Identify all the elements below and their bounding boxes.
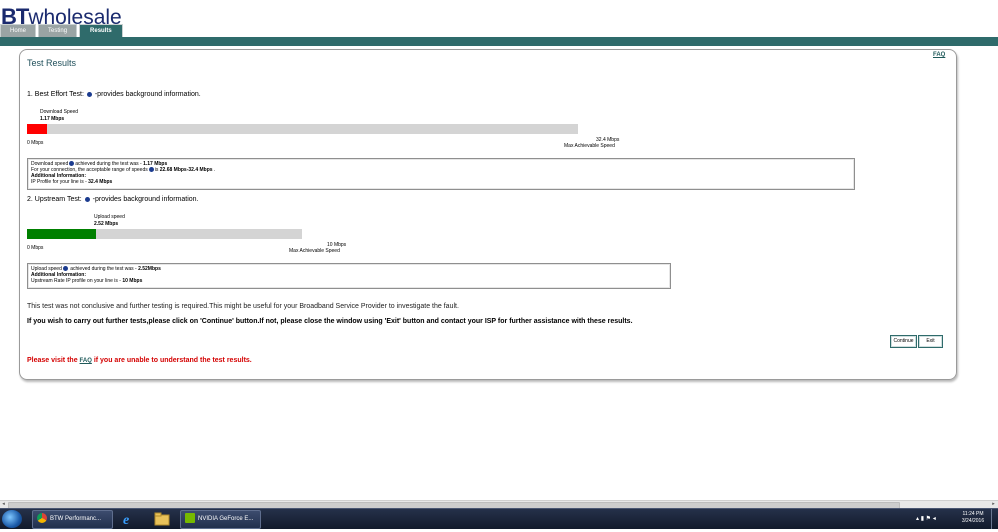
upload-info-value: 2.52Mbps (138, 266, 161, 272)
start-button-icon[interactable] (2, 510, 22, 528)
range-text: . (212, 167, 216, 173)
folder-icon[interactable] (153, 511, 171, 527)
upload-max-caption: Max Achievable Speed (289, 248, 340, 254)
download-min-label: 0 Mbps (27, 140, 44, 146)
nav-tabs: Home Testing Results (0, 24, 123, 37)
taskbar-nvidia-window[interactable]: NVIDIA GeForce E... (180, 510, 261, 529)
clock-date: 3/24/2016 (961, 518, 985, 524)
chrome-icon (37, 513, 47, 524)
upload-speed-bar-fill (27, 229, 97, 239)
faq-link-bottom[interactable]: FAQ (80, 358, 92, 364)
svg-text:e: e (123, 513, 129, 527)
taskbar-clock[interactable]: 11:24 PM 3/24/2016 (957, 511, 989, 525)
volume-icon[interactable]: ◂ (933, 516, 936, 522)
system-tray: ▴ ▮ ⚑ ◂ (916, 515, 936, 522)
faq-help-message: Please visit the FAQ if you are unable t… (27, 357, 252, 364)
internet-explorer-icon[interactable]: e (120, 511, 138, 528)
upstream-heading-desc: -provides background information. (92, 196, 199, 203)
info-icon[interactable] (84, 196, 90, 202)
info-icon[interactable] (86, 91, 92, 97)
info-icon[interactable] (148, 167, 154, 173)
taskbar-item-label: NVIDIA GeForce E... (198, 516, 254, 522)
header-bar (0, 37, 998, 46)
download-info-box: Download speed achieved during the test w… (27, 158, 855, 190)
upstream-profile-text: Upstream Rate IP profile on your line is… (31, 278, 123, 284)
download-speed-bar (27, 124, 578, 134)
range-value: 22.68 Mbps-32.4 Mbps (159, 167, 213, 173)
best-effort-heading-label: 1. Best Effort Test: (27, 91, 84, 98)
download-speed-value: 1.17 Mbps (40, 116, 65, 122)
instructions-message: If you wish to carry out further tests,p… (27, 318, 633, 325)
bt-wholesale-logo: BTwholesale (1, 4, 122, 29)
ip-profile-line: IP Profile for your line is - 32.4 Mbps (31, 179, 851, 185)
horizontal-scrollbar[interactable]: ◂ ▸ (0, 500, 998, 509)
tab-testing[interactable]: Testing (38, 24, 78, 37)
show-desktop-button[interactable] (991, 509, 998, 529)
download-max-caption: Max Achievable Speed (564, 143, 615, 149)
best-effort-heading-desc: -provides background information. (94, 91, 201, 98)
info-icon[interactable] (69, 161, 75, 167)
nvidia-icon (185, 513, 195, 524)
results-panel (19, 49, 957, 380)
clock-time: 11:24 PM (962, 511, 984, 517)
faq-help-text: if you are unable to understand the test… (91, 357, 252, 364)
upstream-profile-value: 10 Mbps (122, 278, 143, 284)
taskbar-item-label: BTW Performanc... (50, 516, 102, 522)
best-effort-heading: 1. Best Effort Test: -provides backgroun… (27, 91, 201, 98)
upstream-profile-line: Upstream Rate IP profile on your line is… (31, 278, 667, 284)
upload-speed-label: Upload speed (94, 214, 125, 220)
tab-home[interactable]: Home (0, 24, 37, 37)
inconclusive-message: This test was not conclusive and further… (27, 303, 459, 310)
ip-profile-text: IP Profile for your line is - (31, 179, 89, 185)
page-title: Test Results (27, 58, 77, 68)
upstream-heading: 2. Upstream Test: -provides background i… (27, 196, 198, 203)
download-speed-bar-fill (27, 124, 47, 134)
info-icon[interactable] (62, 266, 68, 272)
upload-min-label: 0 Mbps (27, 245, 44, 251)
upload-speed-value: 2.52 Mbps (94, 221, 119, 227)
tab-results[interactable]: Results (79, 24, 123, 37)
faq-link-top[interactable]: FAQ (933, 52, 945, 58)
taskbar: BTW Performanc... e NVIDIA GeForce E... … (0, 508, 998, 529)
ip-profile-value: 32.4 Mbps (88, 179, 113, 185)
upload-speed-bar (27, 229, 302, 239)
tray-arrow-icon[interactable]: ▴ (916, 516, 919, 522)
upstream-heading-label: 2. Upstream Test: (27, 196, 82, 203)
upload-info-box: Upload speed achieved during the test wa… (27, 263, 671, 289)
continue-button[interactable]: Continue (890, 335, 917, 348)
scroll-left-arrow-icon[interactable]: ◂ (0, 501, 7, 508)
network-icon[interactable]: ▮ (921, 516, 924, 522)
action-center-icon[interactable]: ⚑ (926, 516, 931, 522)
taskbar-chrome-window[interactable]: BTW Performanc... (32, 510, 113, 529)
faq-help-text: Please visit the (27, 357, 80, 364)
exit-button[interactable]: Exit (918, 335, 943, 348)
download-speed-label: Download Speed (40, 109, 79, 115)
scroll-right-arrow-icon[interactable]: ▸ (990, 501, 997, 508)
